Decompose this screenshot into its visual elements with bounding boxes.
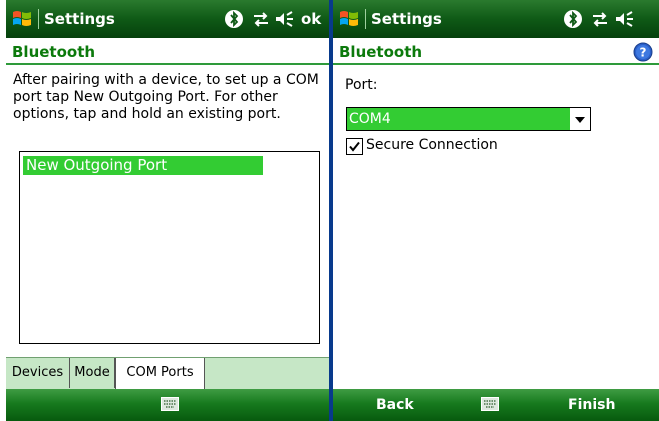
left-screen: Settings ok Bluetooth After pairing with… [6,0,332,421]
help-icon[interactable]: ? [633,42,653,62]
title-text: Settings [371,10,442,28]
windows-start-icon[interactable] [338,8,360,30]
port-label: Port: [345,77,378,93]
port-value: COM4 [347,108,570,130]
connectivity-icon[interactable] [590,9,610,29]
secure-connection-label: Secure Connection [366,137,498,153]
tab-mode[interactable]: Mode [70,358,115,388]
ok-button[interactable]: ok [301,10,321,28]
section-divider [333,63,659,65]
dropdown-arrow-icon[interactable] [570,108,590,130]
softkey-bar [6,389,332,421]
softkey-bar: Back Finish [333,389,659,421]
tab-devices[interactable]: Devices [6,358,70,388]
title-separator [38,9,39,29]
connectivity-icon[interactable] [251,9,271,29]
volume-icon[interactable] [614,9,634,29]
right-screen: Settings Bluetooth ? Port: COM4 Secure C… [333,0,659,421]
title-bar: Settings [333,0,659,38]
finish-softkey[interactable]: Finish [568,397,615,413]
title-separator [365,9,366,29]
bluetooth-icon[interactable] [563,9,583,29]
checkmark-icon [349,141,360,152]
port-select[interactable]: COM4 [346,107,591,131]
windows-start-icon[interactable] [11,8,33,30]
svg-text:?: ? [640,46,647,60]
keyboard-icon[interactable] [161,397,179,411]
section-title: Bluetooth [12,43,96,61]
section-title: Bluetooth [339,43,423,61]
keyboard-icon[interactable] [481,397,499,411]
tab-com-ports[interactable]: COM Ports [115,358,205,389]
title-text: Settings [44,10,115,28]
section-header: Bluetooth ? [333,38,659,65]
section-header: Bluetooth [6,38,332,65]
instructions-text: After pairing with a device, to set up a… [13,72,319,122]
section-divider [6,63,332,65]
list-item-new-outgoing-port[interactable]: New Outgoing Port [23,156,263,175]
back-softkey[interactable]: Back [376,397,414,413]
tab-strip: Devices Mode COM Ports [6,357,332,389]
secure-connection-checkbox[interactable] [346,138,363,155]
volume-icon[interactable] [274,9,294,29]
title-bar: Settings ok [6,0,332,38]
com-ports-list[interactable]: New Outgoing Port [19,151,320,344]
bluetooth-icon[interactable] [224,9,244,29]
